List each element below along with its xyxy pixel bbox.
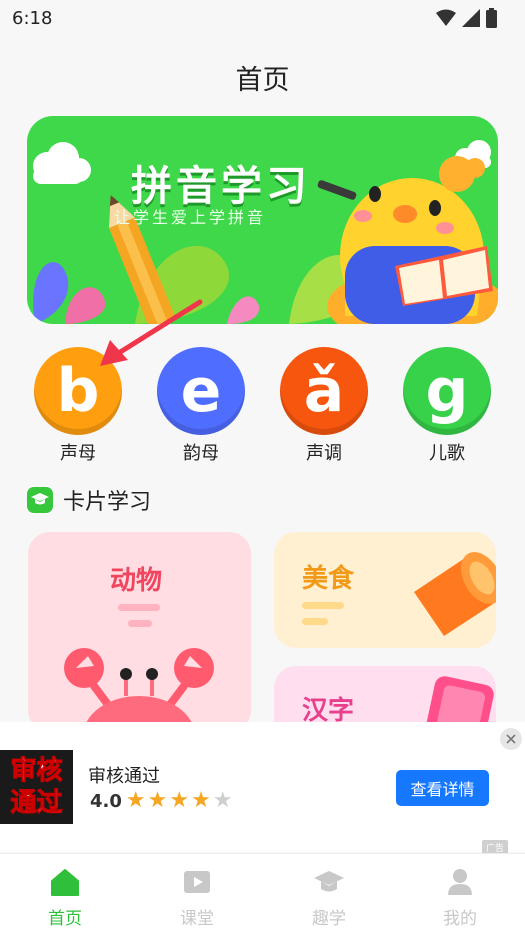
yunmu-label: 韵母 xyxy=(183,443,219,464)
card-food-bar xyxy=(302,602,344,609)
section-title: 卡片学习 xyxy=(63,490,152,515)
ad-rating-value: 4.0 xyxy=(90,790,122,812)
star-filled-icon: ★ xyxy=(191,788,211,813)
card-food-title: 美食 xyxy=(302,564,355,594)
ad-title: 审核通过 xyxy=(88,766,160,787)
card-animals-title: 动物 xyxy=(110,566,163,596)
category-erge[interactable]: g 儿歌 xyxy=(397,347,497,465)
page-title: 首页 xyxy=(235,65,290,96)
ad-view-details-button[interactable]: 查看详情 xyxy=(396,770,489,806)
banner-subtitle: 让学生爱上学拼音 xyxy=(114,208,267,227)
section-header: 卡片学习 xyxy=(27,484,151,516)
video-icon xyxy=(157,866,237,898)
card-food-bar xyxy=(302,618,328,625)
graduation-cap-icon xyxy=(289,866,369,898)
tab-home-label: 首页 xyxy=(48,909,82,929)
tab-classroom-label: 课堂 xyxy=(180,909,214,929)
banner[interactable]: 拼音学习 让学生爱上学拼音 xyxy=(27,116,498,324)
ad-rating: 4.0 ★ ★ ★ ★ ★ xyxy=(90,790,233,812)
status-icons xyxy=(436,8,497,28)
pinyin-category-row: b 声母 e 韵母 ǎ 声调 g 儿歌 xyxy=(0,347,525,465)
tab-profile-label: 我的 xyxy=(443,909,477,929)
star-filled-icon: ★ xyxy=(125,788,146,813)
category-shengdiao[interactable]: ǎ 声调 xyxy=(274,347,374,465)
tab-profile[interactable]: 我的 xyxy=(420,866,500,929)
ad-logo-line1: 审核 xyxy=(10,756,63,787)
ad-logo-line2: 通过 xyxy=(10,788,63,819)
status-bar: 6:18 xyxy=(0,0,525,36)
card-animals-bar xyxy=(128,620,152,627)
status-time: 6:18 xyxy=(12,7,53,29)
ad-logo: 审核 通过 xyxy=(0,750,73,824)
wifi-icon xyxy=(436,9,456,26)
pointer-arrow-icon xyxy=(100,299,203,366)
signal-icon xyxy=(462,9,480,27)
shengdiao-icon: ǎ xyxy=(280,347,368,435)
tab-home[interactable]: 首页 xyxy=(25,866,105,929)
ad-close-icon[interactable] xyxy=(500,728,522,750)
tab-fun-learning-label: 趣学 xyxy=(312,909,346,929)
star-empty-icon: ★ xyxy=(212,788,233,813)
star-filled-icon: ★ xyxy=(169,788,190,813)
food-icon xyxy=(414,552,496,636)
tab-classroom[interactable]: 课堂 xyxy=(157,866,237,929)
erge-label: 儿歌 xyxy=(429,443,465,464)
banner-title: 拼音学习 xyxy=(131,162,311,210)
erge-icon: g xyxy=(403,347,491,435)
battery-icon xyxy=(486,8,497,28)
star-filled-icon: ★ xyxy=(147,788,168,813)
card-animals[interactable]: 动物 xyxy=(28,532,251,732)
card-animals-bar xyxy=(118,604,160,611)
advertisement[interactable]: 审核 通过 审核通过 4.0 ★ ★ ★ ★ ★ 查看详情 广告 xyxy=(0,722,525,855)
shengmu-label: 声母 xyxy=(60,443,96,464)
tab-fun-learning[interactable]: 趣学 xyxy=(289,866,369,929)
shengdiao-label: 声调 xyxy=(306,443,342,464)
card-food[interactable]: 美食 xyxy=(274,532,496,648)
graduation-cap-icon xyxy=(27,487,53,513)
home-icon xyxy=(25,866,105,898)
user-icon xyxy=(420,866,500,898)
bottom-tab-bar: 首页 课堂 趣学 我的 xyxy=(0,853,525,936)
crab-icon xyxy=(64,648,214,732)
